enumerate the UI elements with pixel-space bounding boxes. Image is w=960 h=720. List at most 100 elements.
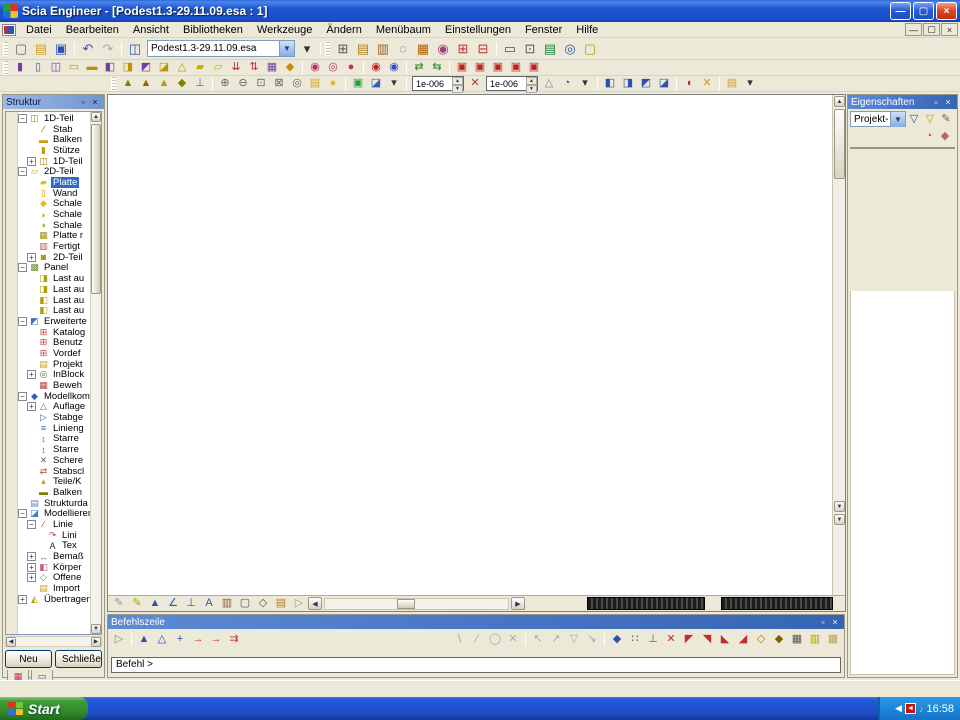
expand-icon[interactable]: + bbox=[27, 370, 36, 379]
command-panel-header[interactable]: Befehlszeile ▫ × bbox=[108, 615, 844, 629]
snap-nw-icon[interactable]: ◤ bbox=[680, 632, 698, 647]
pen-yellow-icon[interactable]: ✎ bbox=[128, 596, 146, 611]
tree-item-label[interactable]: Beweh bbox=[51, 380, 84, 391]
snap-cursor-icon[interactable]: ◆ bbox=[608, 632, 626, 647]
shell-icon[interactable]: ▱ bbox=[209, 60, 227, 75]
animation-bar-1[interactable] bbox=[587, 597, 705, 610]
snap-node-icon[interactable]: ✕ bbox=[466, 76, 484, 91]
tree-item-label[interactable]: InBlock bbox=[51, 369, 86, 380]
render-more-icon[interactable]: ▾ bbox=[385, 76, 403, 91]
connect-node-icon[interactable]: ◉ bbox=[306, 60, 324, 75]
beam-solid-icon[interactable]: ▬ bbox=[83, 60, 101, 75]
snap-ne-icon[interactable]: ◥ bbox=[698, 632, 716, 647]
restore-button[interactable]: ▢ bbox=[913, 2, 934, 20]
cross-add-icon[interactable]: + bbox=[171, 632, 189, 647]
properties-combo-arrow-icon[interactable]: ▼ bbox=[890, 112, 905, 127]
abc-label-icon[interactable]: A bbox=[200, 596, 218, 611]
tree-item-label[interactable]: Projekt bbox=[51, 359, 85, 370]
step-end-icon[interactable]: ⇉ bbox=[225, 632, 243, 647]
cross-gray-icon[interactable]: ✕ bbox=[504, 632, 522, 647]
tree-item-label[interactable]: Linie bbox=[51, 519, 75, 530]
unlink-icon[interactable]: ⇆ bbox=[428, 60, 446, 75]
spin-up-icon[interactable]: ▲ bbox=[526, 77, 537, 85]
new-button[interactable]: Neu bbox=[5, 650, 52, 668]
open-folder-icon[interactable]: ▤ bbox=[31, 39, 51, 58]
collapse-icon[interactable]: − bbox=[18, 509, 27, 518]
expand-icon[interactable]: + bbox=[27, 563, 36, 572]
load-down-icon[interactable]: ⇊ bbox=[227, 60, 245, 75]
cmd-pin-icon[interactable]: ▫ bbox=[817, 617, 829, 628]
menu-item-hilfe[interactable]: Hilfe bbox=[569, 23, 605, 37]
box-view-icon[interactable]: ▢ bbox=[236, 596, 254, 611]
vp-scroll-left-icon[interactable]: ◀ bbox=[308, 597, 322, 610]
chart-pie-icon[interactable]: ◔ bbox=[921, 129, 937, 143]
section-icon[interactable]: ◆ bbox=[281, 60, 299, 75]
flag-gray-icon[interactable]: ▷ bbox=[290, 596, 308, 611]
toolbar-grip[interactable] bbox=[3, 42, 8, 56]
model-viewport[interactable]: ▲ ▼ ▼ ✎✎▲∠⊥A▥▢◇▤▷ ◀ ▶ bbox=[107, 94, 846, 612]
folder-more-icon[interactable]: ▾ bbox=[741, 76, 759, 91]
angle-icon[interactable]: ∠ bbox=[164, 596, 182, 611]
collapse-icon[interactable]: − bbox=[18, 114, 27, 123]
tree-item-label[interactable]: Platte bbox=[51, 177, 79, 188]
zoom-prev-icon[interactable]: ◎ bbox=[288, 76, 306, 91]
tree-item-label[interactable]: Wand bbox=[51, 188, 79, 199]
tree-item-label[interactable]: Stab bbox=[51, 124, 75, 135]
arrow-ne-icon[interactable]: ↗ bbox=[547, 632, 565, 647]
collapse-icon[interactable]: − bbox=[18, 167, 27, 176]
tree-item-label[interactable]: Modellkom bbox=[42, 391, 90, 402]
tree-item-label[interactable]: Panel bbox=[42, 262, 70, 273]
tree-item-label[interactable]: 2D-Teil bbox=[51, 252, 85, 263]
properties-panel-header[interactable]: Eigenschaften ▫ × bbox=[848, 95, 957, 109]
tray-audio-icon[interactable]: ♪ bbox=[919, 704, 924, 714]
collapse-icon[interactable]: − bbox=[18, 317, 27, 326]
selection-icon[interactable]: ◌ bbox=[393, 39, 413, 58]
print-icon[interactable]: ▭ bbox=[500, 39, 520, 58]
paste-icon[interactable]: ◩ bbox=[637, 76, 655, 91]
print-preview-icon[interactable]: ⊡ bbox=[520, 39, 540, 58]
expand-icon[interactable]: + bbox=[18, 595, 27, 604]
close-button[interactable]: × bbox=[936, 2, 957, 20]
arrow-nw-icon[interactable]: ↖ bbox=[529, 632, 547, 647]
zoom-out-icon[interactable]: ⊖ bbox=[234, 76, 252, 91]
new-doc-icon[interactable]: ▢ bbox=[11, 39, 31, 58]
select-plate-icon[interactable]: ▲ bbox=[155, 76, 173, 91]
bearing3-icon[interactable]: ▣ bbox=[489, 60, 507, 75]
close-panel-icon[interactable]: × bbox=[89, 97, 101, 108]
doc-view-icon[interactable]: ▤ bbox=[272, 596, 290, 611]
tree-item-label[interactable]: Schale bbox=[51, 198, 84, 209]
tree-item-label[interactable]: Körper bbox=[51, 562, 84, 573]
tree-item-label[interactable]: Last au bbox=[51, 305, 86, 316]
tree-item-label[interactable]: Last au bbox=[51, 273, 86, 284]
tree-item-label[interactable]: Fertigt bbox=[51, 241, 82, 252]
frame-left-icon[interactable]: ◧ bbox=[101, 60, 119, 75]
viewport-horizontal-scrollbar[interactable] bbox=[324, 598, 509, 610]
line-slash-icon[interactable]: ∕ bbox=[468, 632, 486, 647]
tree-item-label[interactable]: Stütze bbox=[51, 145, 82, 156]
units-icon[interactable]: ⊞ bbox=[333, 39, 353, 58]
paste-special-icon[interactable]: ◪ bbox=[655, 76, 673, 91]
color-wheel-icon[interactable]: ◉ bbox=[433, 39, 453, 58]
vp-hscroll-thumb[interactable] bbox=[397, 599, 415, 609]
tree-item-label[interactable]: Import bbox=[51, 583, 82, 594]
node-label-icon[interactable]: ▲ bbox=[146, 596, 164, 611]
workplane-icon[interactable]: ◇ bbox=[254, 596, 272, 611]
scroll-left-icon[interactable]: ◀ bbox=[6, 637, 16, 647]
tri-open-icon[interactable]: △ bbox=[153, 632, 171, 647]
grid-upper-icon[interactable]: ◩ bbox=[137, 60, 155, 75]
tree-item-label[interactable]: Starre bbox=[51, 433, 81, 444]
axis-snap-icon[interactable]: ⊥ bbox=[644, 632, 662, 647]
menu-item-einstellungen[interactable]: Einstellungen bbox=[438, 23, 518, 37]
cmd-close-icon[interactable]: × bbox=[829, 617, 841, 628]
tree-item-label[interactable]: Übertragen bbox=[42, 594, 90, 605]
tree-item-label[interactable]: Katalog bbox=[51, 327, 87, 338]
tri-filled-icon[interactable]: ▲ bbox=[135, 632, 153, 647]
layers-icon[interactable]: ▤ bbox=[353, 39, 373, 58]
window-layout-icon[interactable]: ◫ bbox=[125, 39, 145, 58]
select-beam-icon[interactable]: ▲ bbox=[137, 76, 155, 91]
tree-item-label[interactable]: Last au bbox=[51, 284, 86, 295]
library-icon[interactable]: ▤ bbox=[540, 39, 560, 58]
table-red-icon[interactable]: ⊞ bbox=[453, 39, 473, 58]
column-pair-icon[interactable]: ◫ bbox=[47, 60, 65, 75]
viewport-vertical-scrollbar[interactable]: ▲ ▼ ▼ bbox=[832, 95, 845, 596]
